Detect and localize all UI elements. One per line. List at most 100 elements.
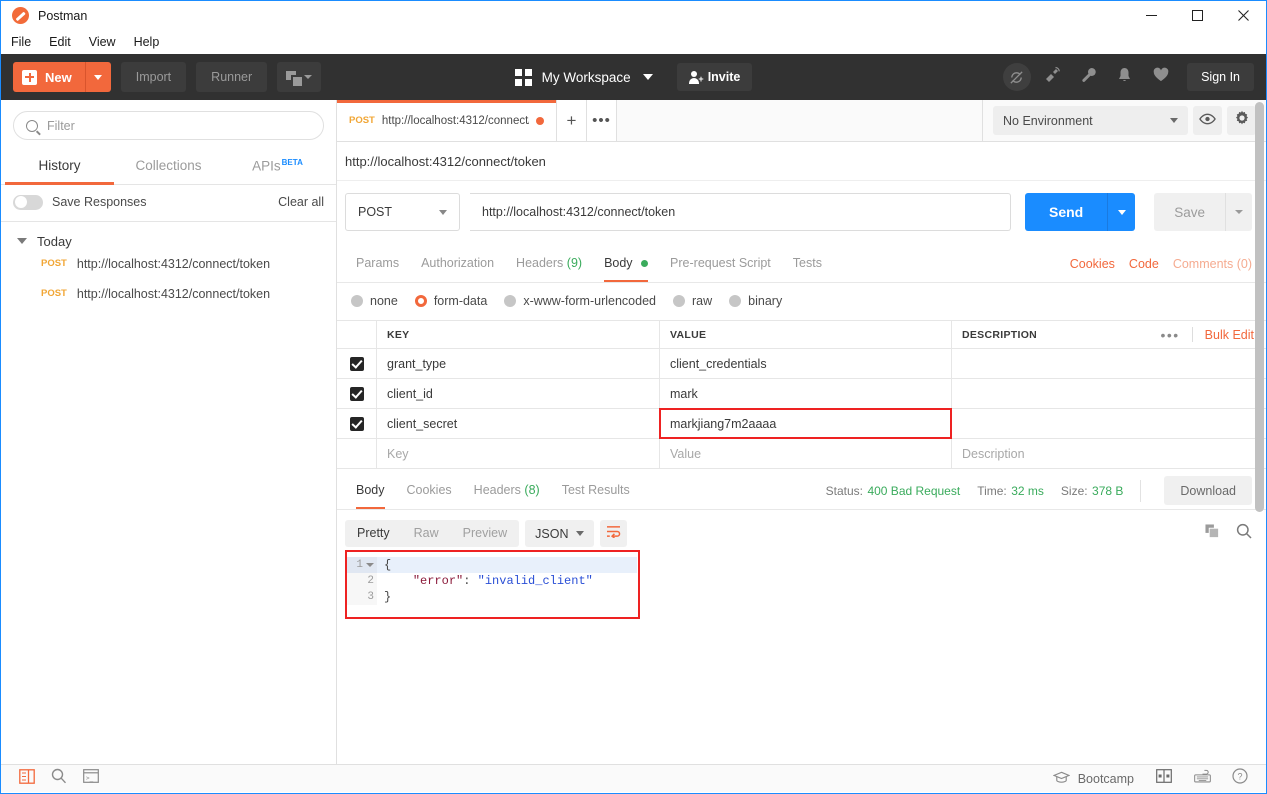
list-item[interactable]: POST http://localhost:4312/connect/token — [1, 249, 336, 279]
menu-view[interactable]: View — [89, 32, 126, 52]
new-window-button[interactable] — [277, 62, 322, 92]
body-type-binary[interactable]: binary — [729, 294, 782, 308]
body-type-none[interactable]: none — [351, 294, 398, 308]
menu-help[interactable]: Help — [134, 32, 170, 52]
fold-toggle-icon[interactable] — [366, 563, 374, 567]
row-description-input[interactable]: Description — [952, 439, 1266, 468]
sidebar-tab-history[interactable]: History — [5, 149, 114, 184]
new-button-main[interactable]: New — [13, 62, 85, 92]
response-body-viewer[interactable]: 1 { 2 "error": "invalid_client" 3 } — [337, 550, 1266, 764]
send-button[interactable]: Send — [1024, 193, 1108, 231]
request-tab[interactable]: POST http://localhost:4312/connect/t — [337, 100, 557, 141]
bulk-edit-button[interactable]: Bulk Edit — [1205, 328, 1254, 342]
table-options-button[interactable]: ••• — [1160, 327, 1179, 343]
clear-all-button[interactable]: Clear all — [278, 195, 324, 209]
row-checkbox-cell[interactable] — [337, 439, 377, 468]
row-value-cell[interactable]: mark — [660, 379, 952, 408]
console-button[interactable]: >_ — [75, 765, 107, 793]
body-type-raw[interactable]: raw — [673, 294, 712, 308]
sync-status-button[interactable] — [1001, 62, 1032, 93]
response-tab-cookies[interactable]: Cookies — [396, 473, 463, 508]
settings-wrench-button[interactable] — [1073, 62, 1104, 93]
sidebar-toggle-button[interactable] — [11, 765, 43, 793]
search-input[interactable]: Filter — [13, 111, 324, 140]
row-description-cell[interactable] — [952, 349, 1266, 378]
table-row[interactable]: grant_type client_credentials — [337, 349, 1266, 379]
url-input[interactable]: http://localhost:4312/connect/token — [470, 193, 1011, 231]
chevron-down-icon[interactable] — [642, 74, 653, 80]
row-value-cell[interactable]: client_credentials — [660, 349, 952, 378]
checkbox-checked-icon[interactable] — [349, 356, 364, 371]
favorites-button[interactable] — [1145, 62, 1176, 93]
maximize-button[interactable] — [1174, 0, 1220, 31]
bootcamp-button[interactable]: Bootcamp — [1052, 771, 1142, 787]
format-tab-pretty[interactable]: Pretty — [345, 520, 402, 547]
history-group-header[interactable]: Today — [1, 234, 336, 249]
scrollbar-thumb[interactable] — [1255, 102, 1264, 512]
row-key-cell[interactable]: client_secret — [377, 409, 660, 438]
keyboard-shortcuts-button[interactable] — [1186, 765, 1218, 793]
new-tab-button[interactable]: + — [557, 100, 587, 141]
row-key-cell[interactable]: grant_type — [377, 349, 660, 378]
row-value-cell-highlighted[interactable]: markjiang7m2aaaa — [659, 408, 952, 439]
vertical-scrollbar[interactable] — [1255, 102, 1264, 762]
row-description-cell[interactable] — [952, 409, 1266, 438]
tab-body[interactable]: Body — [593, 246, 659, 282]
environment-quick-look-button[interactable] — [1193, 106, 1222, 135]
word-wrap-button[interactable] — [600, 520, 628, 547]
tab-tests[interactable]: Tests — [782, 246, 833, 281]
runner-button[interactable]: Runner — [196, 62, 268, 92]
menu-edit[interactable]: Edit — [49, 32, 81, 52]
body-type-form-data[interactable]: form-data — [414, 294, 487, 308]
tab-headers[interactable]: Headers (9) — [505, 246, 593, 281]
sign-in-button[interactable]: Sign In — [1187, 63, 1254, 91]
find-button[interactable] — [43, 765, 75, 793]
row-value-input[interactable]: Value — [660, 439, 952, 468]
tab-options-button[interactable]: ••• — [587, 100, 617, 141]
row-checkbox-cell[interactable] — [337, 349, 377, 378]
sidebar-tab-collections[interactable]: Collections — [114, 149, 223, 184]
row-checkbox-cell[interactable] — [337, 409, 377, 438]
format-tab-preview[interactable]: Preview — [451, 520, 519, 547]
save-button[interactable]: Save — [1154, 193, 1225, 231]
tab-authorization[interactable]: Authorization — [410, 246, 505, 281]
download-button[interactable]: Download — [1164, 476, 1252, 505]
response-tab-body[interactable]: Body — [345, 473, 396, 509]
two-pane-layout-button[interactable] — [1148, 765, 1180, 793]
response-tab-test-results[interactable]: Test Results — [551, 473, 641, 508]
body-type-urlencoded[interactable]: x-www-form-urlencoded — [504, 294, 656, 308]
table-row[interactable]: client_secret markjiang7m2aaaa — [337, 408, 1266, 439]
row-description-cell[interactable] — [952, 379, 1266, 408]
import-button[interactable]: Import — [120, 62, 187, 92]
tab-pre-request-script[interactable]: Pre-request Script — [659, 246, 782, 281]
checkbox-checked-icon[interactable] — [349, 416, 364, 431]
minimize-button[interactable] — [1128, 0, 1174, 31]
notifications-button[interactable] — [1109, 62, 1140, 93]
row-key-cell[interactable]: client_id — [377, 379, 660, 408]
copy-button[interactable] — [1205, 523, 1220, 544]
code-link[interactable]: Code — [1129, 257, 1159, 271]
response-language-select[interactable]: JSON — [525, 520, 595, 547]
invite-button[interactable]: + Invite — [676, 63, 753, 91]
http-method-select[interactable]: POST — [345, 193, 460, 231]
row-checkbox-cell[interactable] — [337, 379, 377, 408]
menu-file[interactable]: File — [11, 32, 41, 52]
tab-params[interactable]: Params — [345, 246, 410, 281]
search-response-button[interactable] — [1236, 523, 1252, 544]
row-key-input[interactable]: Key — [377, 439, 660, 468]
satellite-button[interactable] — [1037, 62, 1068, 93]
list-item[interactable]: POST http://localhost:4312/connect/token — [1, 279, 336, 309]
sidebar-tab-apis[interactable]: APIsBETA — [223, 149, 332, 184]
checkbox-unchecked-icon[interactable] — [350, 447, 364, 461]
checkbox-checked-icon[interactable] — [349, 386, 364, 401]
new-button[interactable]: New — [13, 62, 111, 92]
manage-environments-button[interactable] — [1227, 106, 1256, 135]
help-button[interactable]: ? — [1224, 765, 1256, 793]
table-row-placeholder[interactable]: Key Value Description — [337, 439, 1266, 469]
close-button[interactable] — [1220, 0, 1266, 31]
send-dropdown-button[interactable] — [1107, 193, 1136, 231]
save-responses-toggle[interactable] — [13, 194, 43, 210]
new-dropdown-button[interactable] — [84, 62, 111, 92]
comments-link[interactable]: Comments (0) — [1173, 257, 1252, 271]
response-tab-headers[interactable]: Headers (8) — [463, 473, 551, 508]
